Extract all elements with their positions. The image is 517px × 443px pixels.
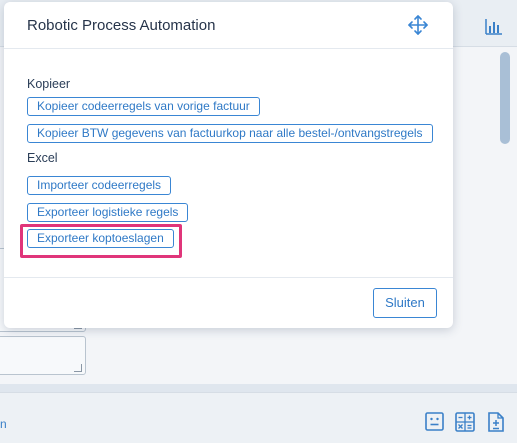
- background-textarea[interactable]: [0, 336, 86, 375]
- copy-coding-lines-button[interactable]: Kopieer codeerregels van vorige factuur: [27, 97, 260, 116]
- resize-handle-icon[interactable]: [74, 364, 82, 372]
- highlight-box: [20, 224, 182, 258]
- calculator-icon[interactable]: [454, 410, 476, 434]
- modal-footer-divider: [4, 277, 453, 278]
- footer-link[interactable]: n: [0, 417, 7, 431]
- document-icon[interactable]: [485, 410, 507, 434]
- modal-title: Robotic Process Automation: [27, 17, 216, 34]
- modal-header[interactable]: Robotic Process Automation: [4, 2, 453, 49]
- chart-icon[interactable]: [484, 16, 504, 36]
- export-logistic-lines-button[interactable]: Exporteer logistieke regels: [27, 203, 189, 222]
- section-title-kopieer: Kopieer: [27, 77, 71, 91]
- close-button[interactable]: Sluiten: [373, 288, 437, 318]
- import-coding-lines-button[interactable]: Importeer codeerregels: [27, 176, 172, 195]
- section-title-excel: Excel: [27, 151, 58, 165]
- move-icon[interactable]: [407, 14, 429, 36]
- rpa-modal: Robotic Process Automation Kopieer Kopie…: [4, 2, 453, 328]
- face-icon[interactable]: [424, 410, 446, 434]
- copy-vat-data-button[interactable]: Kopieer BTW gegevens van factuurkop naar…: [27, 124, 433, 143]
- scrollbar-thumb[interactable]: [500, 52, 510, 144]
